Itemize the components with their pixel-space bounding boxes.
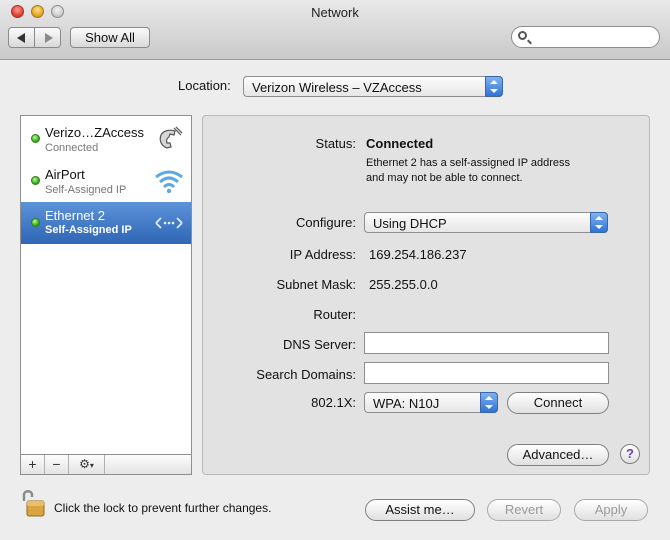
popup-stepper-icon	[485, 76, 503, 97]
window-titlebar: Network Show All	[0, 0, 670, 60]
status-label: Status:	[315, 136, 356, 151]
service-list-toolbar: + − ⚙▾	[20, 455, 192, 475]
subnet-mask-label: Subnet Mask:	[276, 277, 357, 292]
wifi-icon	[155, 170, 183, 194]
search-domains-field[interactable]	[364, 362, 609, 384]
detail-panel	[202, 115, 650, 475]
action-menu-button[interactable]: ⚙▾	[69, 455, 105, 474]
service-item-airport[interactable]: AirPort Self-Assigned IP	[21, 160, 191, 202]
location-popup[interactable]: Verizon Wireless – VZAccess	[243, 76, 503, 97]
phone-icon	[159, 126, 183, 149]
router-label: Router:	[313, 307, 356, 322]
status-dot-icon	[31, 176, 40, 185]
search-icon	[518, 31, 527, 40]
dns-server-label: DNS Server:	[283, 337, 356, 352]
back-button[interactable]	[8, 27, 35, 48]
forward-button[interactable]	[34, 27, 61, 48]
dns-server-input[interactable]	[365, 333, 608, 353]
gear-icon: ⚙	[79, 457, 90, 471]
configure-label: Configure:	[296, 215, 356, 230]
configure-popup[interactable]: Using DHCP	[364, 212, 608, 233]
help-button[interactable]: ?	[620, 444, 640, 464]
service-name: Ethernet 2	[45, 208, 105, 223]
search-field[interactable]	[511, 26, 660, 48]
service-item-verizon[interactable]: Verizo…ZAccess Connected	[21, 118, 191, 160]
service-name: AirPort	[45, 167, 85, 182]
revert-button[interactable]: Revert	[487, 499, 561, 521]
service-status: Self-Assigned IP	[45, 224, 132, 236]
service-item-ethernet-2[interactable]: Ethernet 2 Self-Assigned IP	[21, 202, 191, 244]
popup-stepper-icon	[590, 212, 608, 233]
ip-address-value: 169.254.186.237	[369, 247, 467, 262]
ip-address-label: IP Address:	[289, 247, 356, 262]
subnet-mask-value: 255.255.0.0	[369, 277, 438, 292]
service-status: Connected	[45, 142, 99, 154]
status-value: Connected	[366, 136, 434, 151]
show-all-button[interactable]: Show All	[70, 27, 150, 48]
popup-stepper-icon	[480, 392, 498, 413]
configure-value: Using DHCP	[373, 216, 447, 231]
chevron-down-icon: ▾	[89, 461, 94, 470]
status-description-line2: and may not be able to connect.	[366, 172, 523, 184]
lock-message: Click the lock to prevent further change…	[54, 501, 272, 515]
service-status: Self-Assigned IP	[45, 184, 127, 196]
forward-arrow-icon	[45, 33, 53, 43]
window-title: Network	[311, 5, 359, 20]
assist-me-button[interactable]: Assist me…	[365, 499, 475, 521]
add-service-button[interactable]: +	[21, 455, 45, 474]
search-domains-input[interactable]	[365, 363, 608, 383]
dot1x-value: WPA: N10J	[373, 396, 440, 411]
advanced-button[interactable]: Advanced…	[507, 444, 609, 466]
dot1x-popup[interactable]: WPA: N10J	[364, 392, 498, 413]
dns-server-field[interactable]	[364, 332, 609, 354]
status-dot-icon	[31, 218, 40, 227]
status-dot-icon	[31, 134, 40, 143]
location-value: Verizon Wireless – VZAccess	[252, 80, 422, 95]
connect-button[interactable]: Connect	[507, 392, 609, 414]
search-input[interactable]	[536, 29, 658, 47]
search-domains-label: Search Domains:	[256, 367, 356, 382]
back-arrow-icon	[17, 33, 25, 43]
service-list: Verizo…ZAccess Connected AirPort Self-As…	[20, 115, 192, 455]
lock-open-icon[interactable]	[20, 487, 46, 519]
apply-button[interactable]: Apply	[574, 499, 648, 521]
remove-service-button[interactable]: −	[45, 455, 69, 474]
service-name: Verizo…ZAccess	[45, 125, 144, 140]
dot1x-label: 802.1X:	[311, 395, 356, 410]
ethernet-icon	[155, 217, 183, 229]
location-label: Location:	[178, 78, 231, 93]
status-description-line1: Ethernet 2 has a self-assigned IP addres…	[366, 157, 571, 169]
